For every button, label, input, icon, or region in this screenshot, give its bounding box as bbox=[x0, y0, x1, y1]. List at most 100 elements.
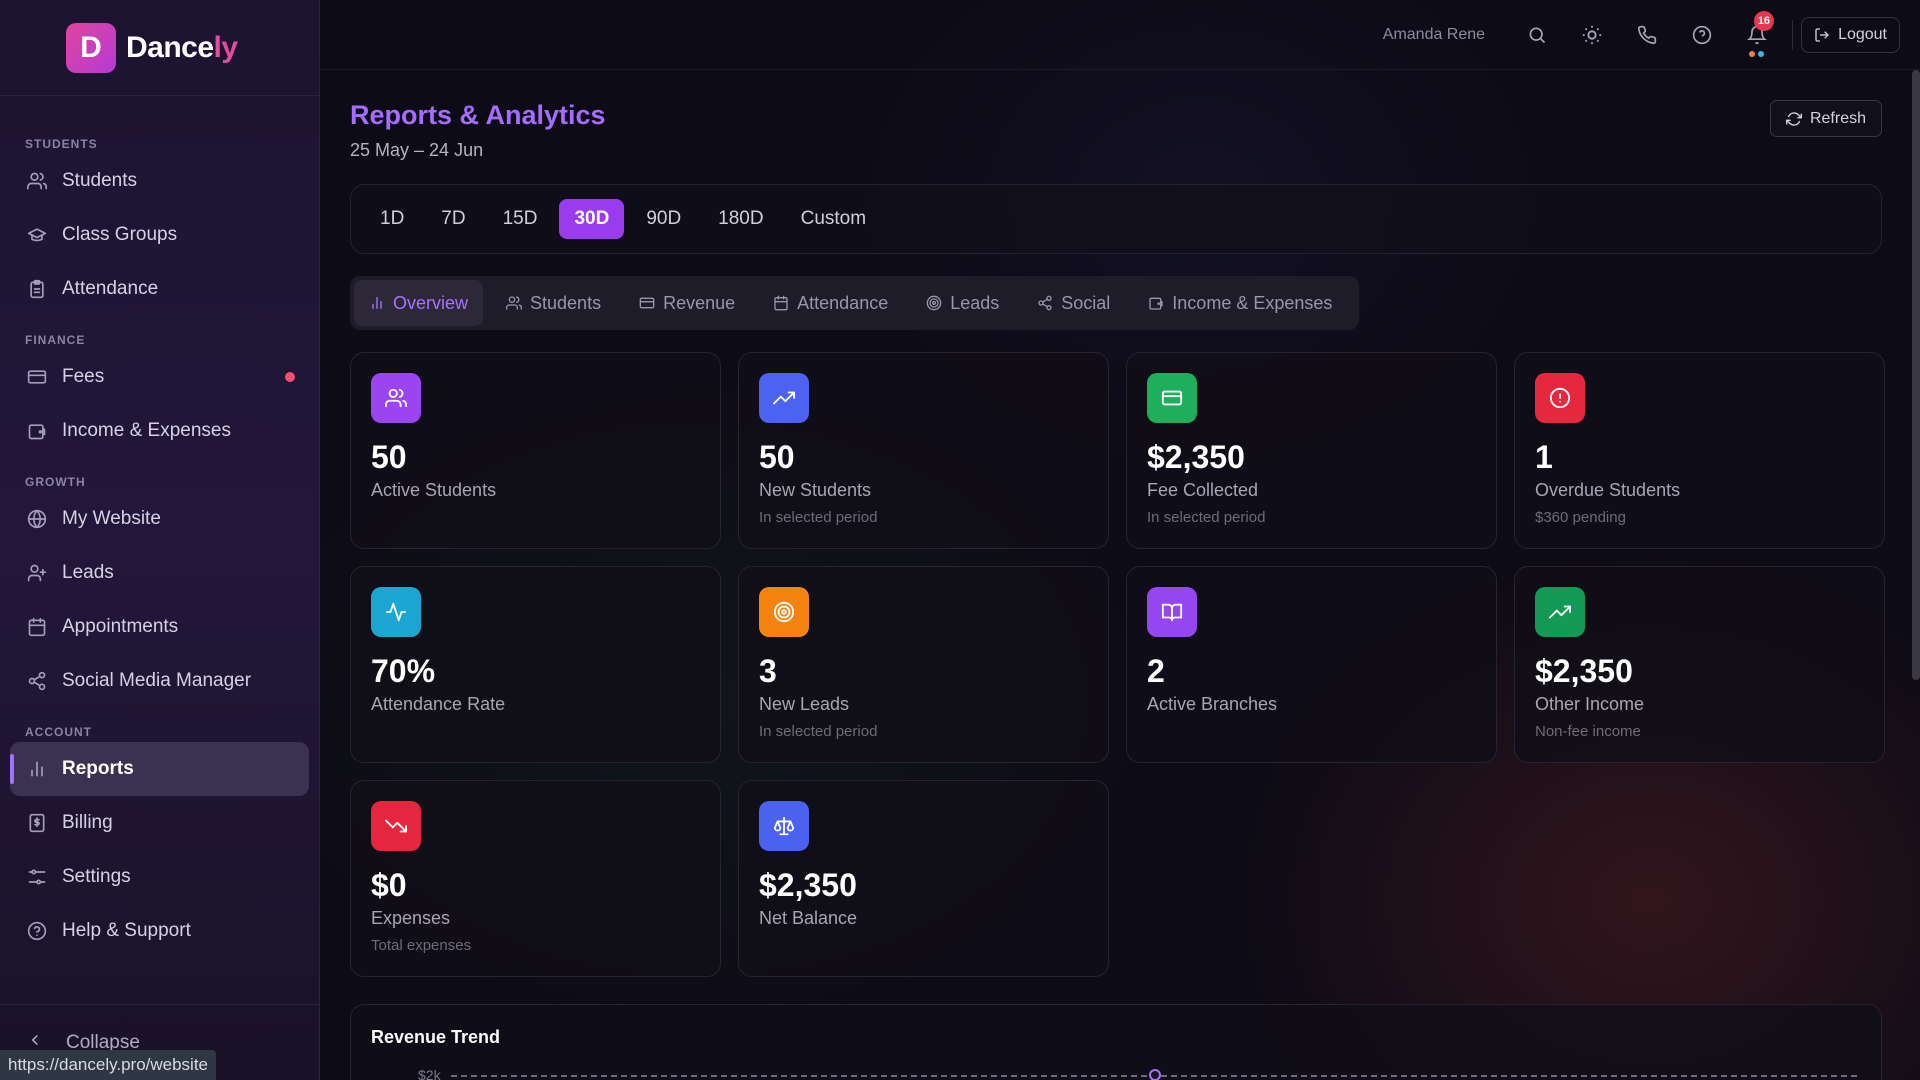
sidebar-item-leads[interactable]: Leads bbox=[10, 546, 309, 600]
stat-card-active-students[interactable]: 50 Active Students bbox=[350, 352, 721, 549]
tab-students[interactable]: Students bbox=[491, 280, 616, 326]
book-open-icon bbox=[1147, 587, 1197, 637]
stat-value: $2,350 bbox=[1147, 439, 1245, 475]
bar-chart-icon bbox=[26, 758, 48, 780]
brand[interactable]: D Dancely bbox=[0, 0, 319, 96]
tab-label: Revenue bbox=[663, 292, 736, 313]
stat-card-new-students[interactable]: 50 New Students In selected period bbox=[738, 352, 1109, 549]
nav-section-students: STUDENTS bbox=[25, 137, 98, 151]
phone-icon[interactable] bbox=[1619, 15, 1674, 55]
sidebar-item-help-and-support[interactable]: Help & Support bbox=[10, 904, 309, 958]
tab-revenue[interactable]: Revenue bbox=[624, 280, 750, 326]
period-15d[interactable]: 15D bbox=[488, 199, 553, 239]
stat-value: 3 bbox=[759, 653, 777, 689]
stat-label: Other Income bbox=[1535, 694, 1645, 714]
stat-label: Fee Collected bbox=[1147, 480, 1259, 500]
trending-up-icon bbox=[1535, 587, 1585, 637]
stat-subtext: $360 pending bbox=[1535, 509, 1626, 526]
share-icon bbox=[1037, 295, 1061, 311]
sidebar-item-billing[interactable]: Billing bbox=[10, 796, 309, 850]
period-7d[interactable]: 7D bbox=[426, 199, 480, 239]
user-plus-icon bbox=[26, 562, 48, 584]
brand-name-main: Dance bbox=[126, 30, 214, 64]
globe-icon bbox=[26, 508, 48, 530]
bell-status-dots bbox=[1749, 50, 1765, 57]
period-180d[interactable]: 180D bbox=[703, 199, 778, 239]
sidebar-item-fees[interactable]: Fees bbox=[10, 350, 309, 404]
sidebar-item-label: Attendance bbox=[62, 278, 159, 299]
sidebar-item-class-groups[interactable]: Class Groups bbox=[10, 208, 309, 262]
tab-label: Income & Expenses bbox=[1172, 292, 1333, 313]
stat-label: Attendance Rate bbox=[371, 694, 506, 714]
bell-icon[interactable]: 16 bbox=[1729, 10, 1784, 57]
sidebar-item-label: Students bbox=[62, 170, 137, 191]
sidebar-item-appointments[interactable]: Appointments bbox=[10, 600, 309, 654]
logout-button[interactable]: Logout bbox=[1801, 16, 1900, 53]
revenue-trend-title: Revenue Trend bbox=[371, 1027, 501, 1047]
date-range: 25 May – 24 Jun bbox=[350, 140, 484, 160]
tab-social[interactable]: Social bbox=[1022, 280, 1125, 326]
stat-label: Net Balance bbox=[759, 908, 858, 928]
brand-name-accent: ly bbox=[213, 30, 239, 64]
period-90d[interactable]: 90D bbox=[631, 199, 696, 239]
search-icon[interactable] bbox=[1509, 15, 1564, 55]
sidebar-item-reports[interactable]: Reports bbox=[10, 742, 309, 796]
refresh-button[interactable]: Refresh bbox=[1769, 100, 1882, 137]
tab-label: Overview bbox=[393, 292, 469, 313]
tab-attendance[interactable]: Attendance bbox=[758, 280, 903, 326]
credit-card-icon bbox=[1147, 373, 1197, 423]
stat-card-fee-collected[interactable]: $2,350 Fee Collected In selected period bbox=[1126, 352, 1497, 549]
help-icon[interactable] bbox=[1674, 15, 1729, 55]
receipt-icon bbox=[26, 812, 48, 834]
tab-overview[interactable]: Overview bbox=[354, 280, 484, 326]
alert-dot bbox=[285, 372, 295, 382]
stat-subtext: In selected period bbox=[759, 723, 878, 740]
sidebar-item-label: My Website bbox=[62, 508, 161, 529]
sidebar-item-attendance[interactable]: Attendance bbox=[10, 262, 309, 316]
period-custom[interactable]: Custom bbox=[786, 199, 881, 239]
credit-card-icon bbox=[639, 295, 663, 311]
wallet-icon bbox=[26, 420, 48, 442]
stat-card-overdue-students[interactable]: 1 Overdue Students $360 pending bbox=[1514, 352, 1885, 549]
stat-value: 1 bbox=[1535, 439, 1553, 475]
stat-subtext: In selected period bbox=[759, 509, 878, 526]
calendar-icon bbox=[773, 295, 797, 311]
page-scrollbar[interactable] bbox=[1912, 70, 1920, 680]
sun-icon[interactable] bbox=[1564, 15, 1619, 55]
stat-value: $2,350 bbox=[759, 867, 857, 903]
sidebar-item-label: Income & Expenses bbox=[62, 420, 231, 441]
target-icon bbox=[926, 295, 950, 311]
trending-up-icon bbox=[759, 373, 809, 423]
revenue-data-point[interactable] bbox=[1149, 1069, 1161, 1080]
page-title: Reports & Analytics bbox=[350, 100, 606, 130]
stat-label: New Leads bbox=[759, 694, 850, 714]
stat-label: Active Branches bbox=[1147, 694, 1278, 714]
stat-card-expenses[interactable]: $0 Expenses Total expenses bbox=[350, 780, 721, 977]
sidebar-item-my-website[interactable]: My Website bbox=[10, 492, 309, 546]
stat-value: 50 bbox=[759, 439, 795, 475]
stat-label: New Students bbox=[759, 480, 872, 500]
logout-icon bbox=[1815, 27, 1830, 42]
stat-card-attendance-rate[interactable]: 70% Attendance Rate bbox=[350, 566, 721, 763]
period-1d[interactable]: 1D bbox=[365, 199, 419, 239]
sidebar-item-income-and-expenses[interactable]: Income & Expenses bbox=[10, 404, 309, 458]
stat-card-other-income[interactable]: $2,350 Other Income Non-fee income bbox=[1514, 566, 1885, 763]
calendar-icon bbox=[26, 616, 48, 638]
clipboard-icon bbox=[26, 278, 48, 300]
sidebar-item-label: Settings bbox=[62, 866, 131, 887]
users-icon bbox=[506, 295, 530, 311]
sidebar-item-students[interactable]: Students bbox=[10, 154, 309, 208]
logout-label: Logout bbox=[1838, 25, 1887, 43]
sidebar-item-social-media-manager[interactable]: Social Media Manager bbox=[10, 654, 309, 708]
revenue-trend-card: Revenue Trend $2k bbox=[350, 1004, 1882, 1080]
period-30d[interactable]: 30D bbox=[559, 199, 625, 239]
scale-icon bbox=[759, 801, 809, 851]
tab-income-and-expenses[interactable]: Income & Expenses bbox=[1133, 280, 1347, 326]
stat-card-new-leads[interactable]: 3 New Leads In selected period bbox=[738, 566, 1109, 763]
stat-card-net-balance[interactable]: $2,350 Net Balance bbox=[738, 780, 1109, 977]
tab-leads[interactable]: Leads bbox=[911, 280, 1014, 326]
refresh-icon bbox=[1785, 111, 1802, 126]
sidebar-item-settings[interactable]: Settings bbox=[10, 850, 309, 904]
target-icon bbox=[759, 587, 809, 637]
stat-card-active-branches[interactable]: 2 Active Branches bbox=[1126, 566, 1497, 763]
